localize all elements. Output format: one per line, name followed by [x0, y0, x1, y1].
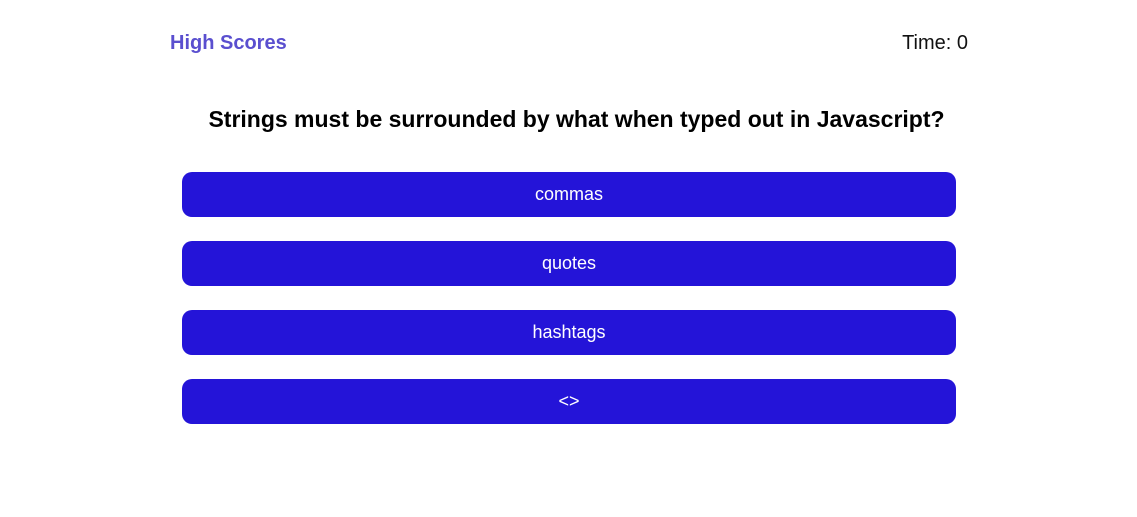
high-scores-link[interactable]: High Scores	[170, 32, 287, 55]
timer: Time: 0	[902, 32, 968, 54]
question-text: Strings must be surrounded by what when …	[208, 106, 945, 132]
answer-button-hashtags[interactable]: hashtags	[182, 310, 956, 355]
quiz-page: High Scores Time: 0 Strings must be surr…	[0, 0, 1137, 517]
answer-button-angle-brackets[interactable]: <>	[182, 379, 956, 424]
answer-list: commas quotes hashtags <>	[182, 172, 956, 448]
answer-button-commas[interactable]: commas	[182, 172, 956, 217]
header: High Scores Time: 0	[170, 32, 968, 56]
answer-button-quotes[interactable]: quotes	[182, 241, 956, 286]
